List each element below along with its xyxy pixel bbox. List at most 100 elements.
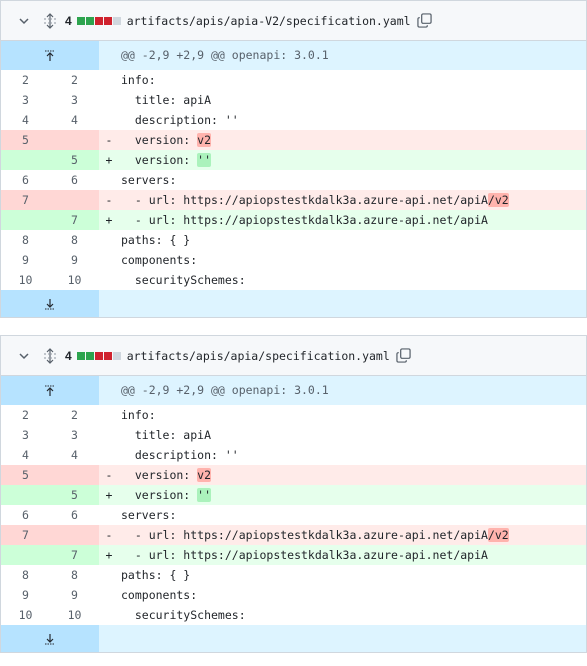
copy-icon[interactable] — [396, 348, 412, 364]
expand-down-icon[interactable] — [1, 290, 99, 317]
code-line: title: apiA — [119, 425, 586, 445]
deleted-line: 5 - version: v2 — [1, 130, 586, 150]
old-line-number[interactable]: 2 — [1, 405, 50, 425]
old-line-number[interactable]: 7 — [1, 525, 50, 545]
changed-text: v2 — [197, 468, 212, 482]
new-line-number[interactable]: 8 — [50, 230, 99, 250]
expand-all-icon[interactable] — [42, 12, 58, 29]
context-line: 8 8 paths: { } — [1, 230, 586, 250]
expand-footer — [1, 290, 586, 317]
new-line-number[interactable]: 7 — [50, 545, 99, 565]
code-line: info: — [119, 70, 586, 90]
new-line-number[interactable]: 4 — [50, 445, 99, 465]
old-line-number[interactable] — [1, 485, 50, 505]
copy-icon[interactable] — [417, 13, 433, 29]
diffstat-block — [94, 351, 103, 360]
diff-sign: - — [105, 133, 113, 147]
new-line-number[interactable]: 3 — [50, 90, 99, 110]
diff-file: 4 artifacts/apis/apia/specification.yaml… — [0, 335, 587, 653]
file-path[interactable]: artifacts/apis/apia-V2/specification.yam… — [127, 14, 411, 28]
diff-file: 4 artifacts/apis/apia-V2/specification.y… — [0, 0, 587, 318]
diff-sign — [99, 425, 119, 445]
new-line-number[interactable]: 9 — [50, 250, 99, 270]
old-line-number[interactable]: 5 — [1, 130, 50, 150]
old-line-number[interactable]: 8 — [1, 565, 50, 585]
new-line-number[interactable] — [50, 525, 99, 545]
diff-sign — [99, 170, 119, 190]
old-line-number[interactable]: 5 — [1, 465, 50, 485]
expand-all-icon[interactable] — [42, 347, 58, 364]
expand-down-icon[interactable] — [1, 625, 99, 652]
file-path[interactable]: artifacts/apis/apia/specification.yaml — [127, 349, 390, 363]
code-text: paths: { } — [121, 233, 191, 247]
new-line-number[interactable]: 2 — [50, 405, 99, 425]
old-line-number[interactable]: 9 — [1, 585, 50, 605]
code-line: - url: https://apiopstestkdalk3a.azure-a… — [119, 525, 586, 545]
diff-sign: - — [105, 528, 113, 542]
hunk-header: @@ -2,9 +2,9 @@ openapi: 3.0.1 — [1, 41, 586, 70]
code-line: title: apiA — [119, 90, 586, 110]
new-line-number[interactable]: 10 — [50, 605, 99, 625]
old-line-number[interactable]: 9 — [1, 250, 50, 270]
old-line-number[interactable]: 4 — [1, 445, 50, 465]
old-line-number[interactable]: 6 — [1, 170, 50, 190]
chevron-down-icon[interactable] — [16, 13, 32, 29]
diff-sign — [99, 230, 119, 250]
code-line: securitySchemes: — [119, 605, 586, 625]
old-line-number[interactable]: 3 — [1, 90, 50, 110]
new-line-number[interactable] — [50, 465, 99, 485]
changed-text: '' — [197, 488, 212, 502]
diff-sign: - — [105, 193, 113, 207]
old-line-number[interactable]: 4 — [1, 110, 50, 130]
expand-up-icon[interactable] — [1, 41, 99, 70]
new-line-number[interactable]: 6 — [50, 170, 99, 190]
old-line-number[interactable]: 3 — [1, 425, 50, 445]
expand-up-icon[interactable] — [1, 376, 99, 405]
old-line-number[interactable]: 6 — [1, 505, 50, 525]
new-line-number[interactable]: 7 — [50, 210, 99, 230]
diffstat — [76, 16, 121, 25]
code-line: paths: { } — [119, 565, 586, 585]
new-line-number[interactable]: 3 — [50, 425, 99, 445]
new-line-number[interactable]: 2 — [50, 70, 99, 90]
new-line-number[interactable]: 5 — [50, 150, 99, 170]
diff-sign — [99, 505, 119, 525]
code-line: - url: https://apiopstestkdalk3a.azure-a… — [119, 545, 586, 565]
chevron-down-icon[interactable] — [16, 348, 32, 364]
new-line-number[interactable]: 10 — [50, 270, 99, 290]
code-text: - url: https://apiopstestkdalk3a.azure-a… — [121, 528, 488, 542]
code-line: servers: — [119, 505, 586, 525]
new-line-number[interactable]: 8 — [50, 565, 99, 585]
code-text: - url: https://apiopstestkdalk3a.azure-a… — [121, 548, 488, 562]
new-line-number[interactable] — [50, 190, 99, 210]
context-line: 33 title: apiA — [1, 425, 586, 445]
old-line-number[interactable] — [1, 545, 50, 565]
old-line-number[interactable]: 7 — [1, 190, 50, 210]
code-text: info: — [121, 408, 156, 422]
old-line-number[interactable]: 10 — [1, 605, 50, 625]
new-line-number[interactable]: 9 — [50, 585, 99, 605]
old-line-number[interactable]: 2 — [1, 70, 50, 90]
change-count: 4 — [65, 348, 72, 363]
added-line: 7 + - url: https://apiopstestkdalk3a.azur… — [1, 545, 586, 565]
old-line-number[interactable] — [1, 210, 50, 230]
added-line: 5 + version: '' — [1, 485, 586, 505]
diff-sign — [99, 605, 119, 625]
old-line-number[interactable]: 8 — [1, 230, 50, 250]
diff-sign: + — [105, 153, 113, 167]
file-header: 4 artifacts/apis/apia/specification.yaml — [1, 336, 586, 376]
diffstat-block — [85, 351, 94, 360]
new-line-number[interactable]: 6 — [50, 505, 99, 525]
new-line-number[interactable]: 5 — [50, 485, 99, 505]
old-line-number[interactable] — [1, 150, 50, 170]
old-line-number[interactable]: 10 — [1, 270, 50, 290]
hunk-text: @@ -2,9 +2,9 @@ openapi: 3.0.1 — [121, 48, 329, 62]
code-text: components: — [121, 253, 198, 267]
new-line-number[interactable] — [50, 130, 99, 150]
code-text: servers: — [121, 508, 177, 522]
new-line-number[interactable]: 4 — [50, 110, 99, 130]
added-line: 7 + - url: https://apiopstestkdalk3a.azur… — [1, 210, 586, 230]
code-text: - url: https://apiopstestkdalk3a.azure-a… — [121, 193, 488, 207]
code-line: components: — [119, 585, 586, 605]
deleted-line: 7 - - url: https://apiopstestkdalk3a.azur… — [1, 190, 586, 210]
